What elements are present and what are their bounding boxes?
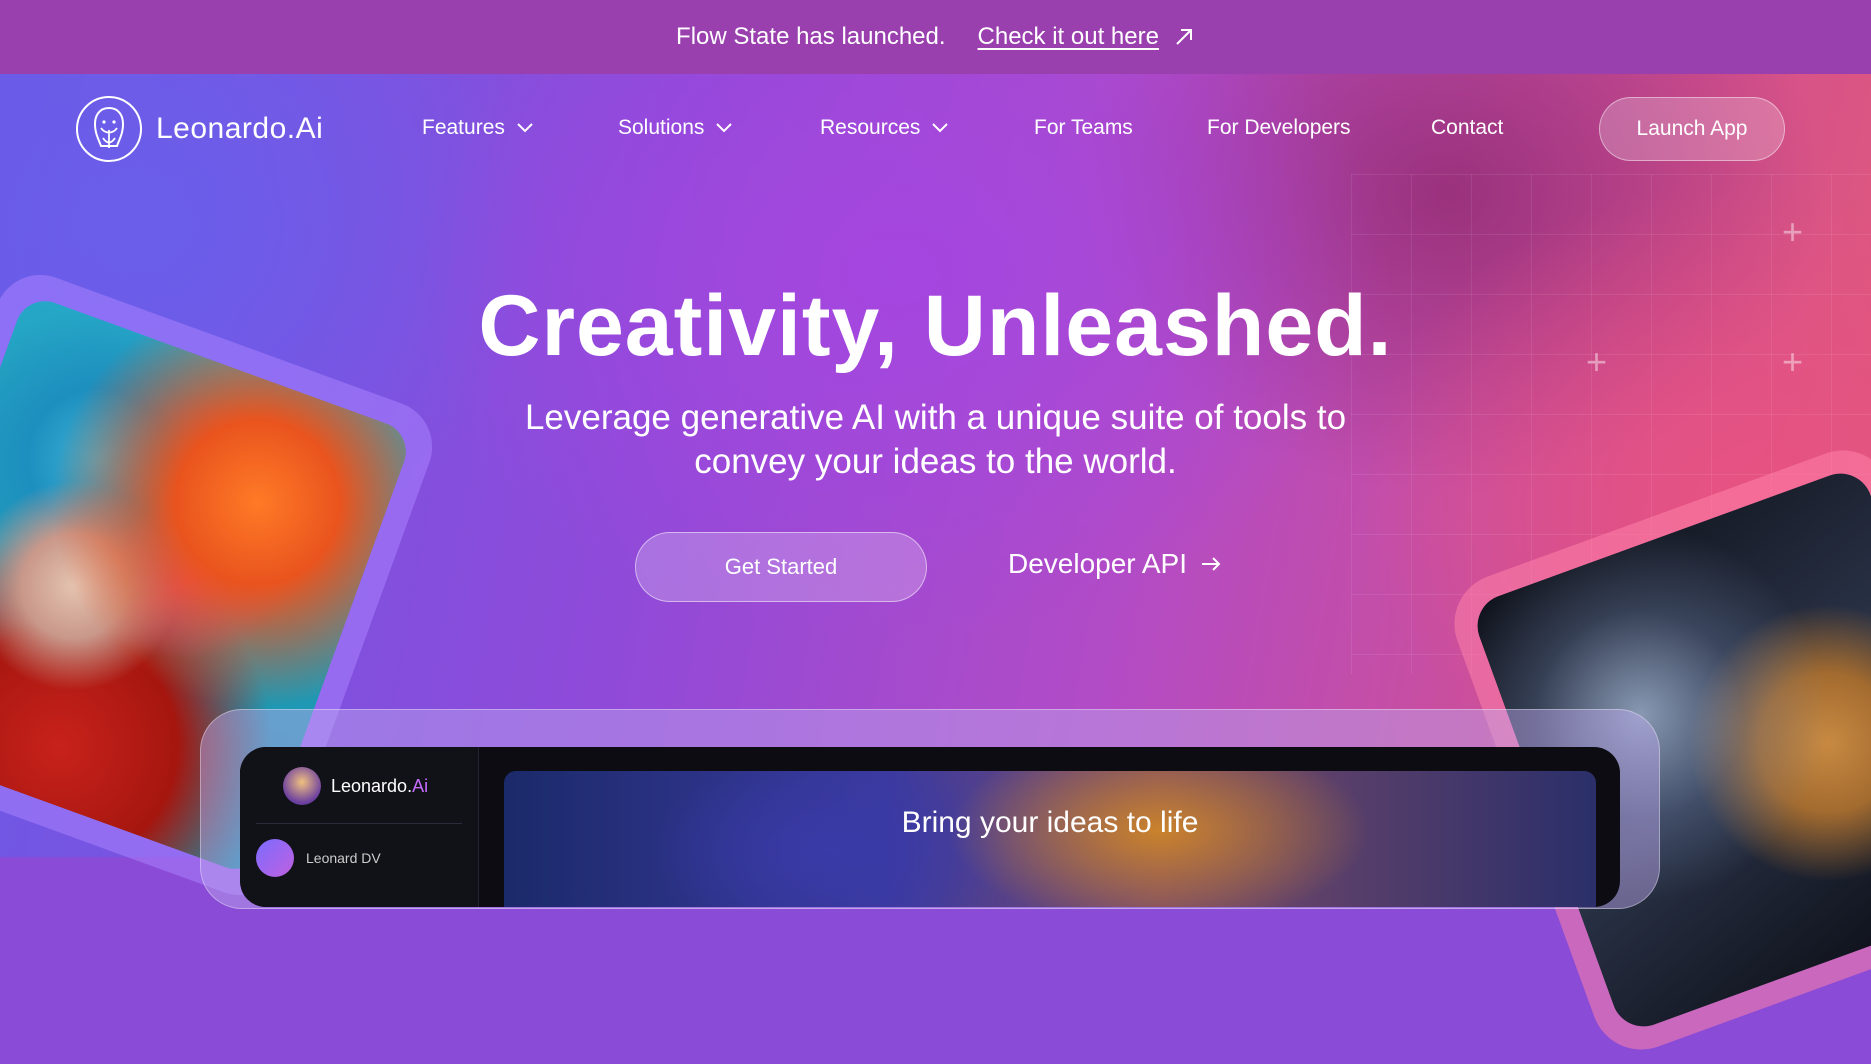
brand-logo[interactable]: Leonardo.Ai — [76, 96, 323, 162]
developer-api-label: Developer API — [1008, 548, 1187, 579]
preview-banner-text: Bring your ideas to life — [901, 806, 1199, 839]
nav-resources[interactable]: Resources — [820, 116, 949, 140]
app-preview: Leonardo.Ai Leonard DV Bring your ideas … — [240, 747, 1620, 907]
announcement-link[interactable]: Check it out here — [978, 23, 1159, 51]
brand-name: Leonardo.Ai — [156, 112, 324, 145]
arrow-right-icon — [1202, 557, 1221, 571]
preview-logo-accent: Ai — [412, 775, 429, 796]
preview-logo-text: Leonardo. — [331, 775, 413, 796]
nav-for-developers[interactable]: For Developers — [1207, 116, 1351, 140]
avatar — [256, 839, 294, 877]
nav-label: Resources — [820, 116, 921, 139]
announcement-bar: Flow State has launched. Check it out he… — [0, 0, 1871, 74]
nav-label: Solutions — [618, 116, 705, 139]
get-started-button[interactable]: Get Started — [635, 532, 927, 602]
preview-divider — [256, 823, 462, 824]
nav-features[interactable]: Features — [422, 116, 533, 140]
hero-subline-2: convey your ideas to the world. — [694, 442, 1177, 481]
leonardo-portrait-icon — [76, 96, 142, 162]
announcement-message: Flow State has launched. — [676, 23, 946, 50]
preview-logo-icon — [283, 767, 321, 805]
preview-logo: Leonardo.Ai — [283, 767, 428, 805]
hero-subline-1: Leverage generative AI with a unique sui… — [524, 398, 1347, 437]
nav-label: For Teams — [1034, 116, 1133, 139]
preview-user: Leonard DV — [256, 839, 381, 877]
nav-label: For Developers — [1207, 116, 1351, 139]
hero-headline: Creativity, Unleashed. — [478, 278, 1393, 374]
arrow-up-right-icon[interactable] — [1173, 26, 1195, 48]
nav-for-teams[interactable]: For Teams — [1034, 116, 1133, 140]
preview-banner: Bring your ideas to life — [504, 771, 1596, 907]
nav-label: Features — [422, 116, 505, 139]
preview-user-name: Leonard DV — [306, 850, 381, 866]
nav-label: Contact — [1431, 116, 1504, 139]
nav-contact[interactable]: Contact — [1431, 116, 1503, 140]
top-navigation: Leonardo.Ai Features Solutions Resources… — [0, 74, 1871, 184]
chevron-down-icon — [517, 123, 533, 133]
nav-solutions[interactable]: Solutions — [618, 116, 733, 140]
sparkle-icon: + — [1782, 211, 1804, 252]
launch-app-button[interactable]: Launch App — [1599, 97, 1785, 161]
preview-sidebar: Leonardo.Ai Leonard DV — [240, 747, 479, 907]
chevron-down-icon — [932, 123, 949, 133]
developer-api-link[interactable]: Developer API — [1008, 548, 1221, 580]
chevron-down-icon — [716, 123, 733, 133]
